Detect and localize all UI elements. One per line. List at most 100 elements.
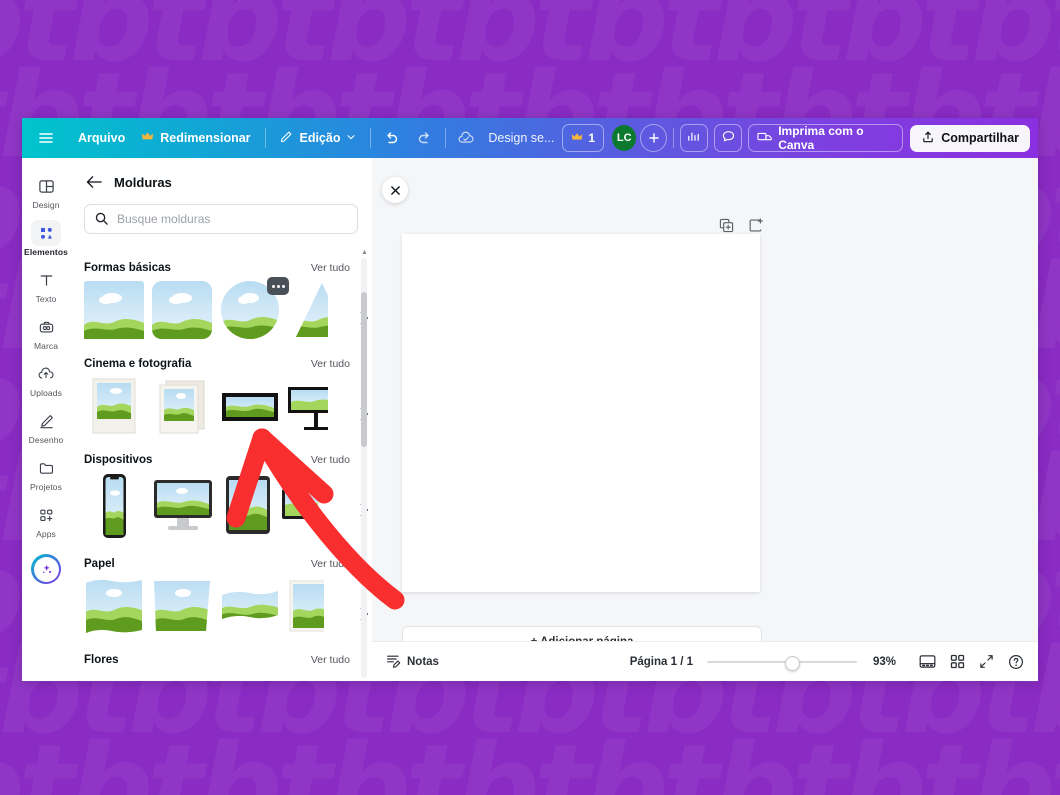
zoom-slider-handle[interactable] [785, 655, 800, 671]
share-button[interactable]: Compartilhar [910, 124, 1031, 152]
edit-menu-label: Edição [299, 131, 341, 145]
frame-thumbnail[interactable] [84, 577, 144, 640]
editor-top-bar: Arquivo Redimensionar Edição Design se..… [22, 118, 1038, 158]
frame-thumbnail-selected[interactable] [220, 277, 289, 344]
section-title: Dispositivos [84, 454, 153, 466]
frame-thumbnail[interactable] [152, 377, 212, 440]
sidebar-item-design[interactable]: Design [24, 168, 68, 214]
frames-sections-list: Formas básicas Ver tudo Cinema e fotogra… [70, 254, 372, 681]
see-all-link[interactable]: Ver tudo [311, 654, 350, 666]
search-input[interactable] [84, 204, 358, 234]
undo-icon[interactable] [377, 124, 405, 152]
section-papel: Papel Ver tudo [84, 558, 372, 640]
add-collaborator-button[interactable] [640, 124, 667, 152]
resize-button[interactable]: Redimensionar [133, 124, 258, 152]
see-all-link[interactable]: Ver tudo [311, 454, 350, 466]
section-title: Papel [84, 558, 115, 570]
hamburger-icon[interactable] [32, 124, 60, 152]
redo-icon[interactable] [411, 124, 439, 152]
chevron-down-icon [346, 131, 356, 145]
canva-editor-window: Arquivo Redimensionar Edição Design se..… [22, 118, 1038, 681]
section-header: Flores Ver tudo [84, 654, 372, 666]
zoom-slider[interactable] [707, 655, 857, 671]
frame-thumbnail[interactable] [84, 377, 144, 440]
thumbnail-row [84, 473, 372, 544]
arrow-left-icon[interactable] [84, 172, 104, 192]
edit-menu-button[interactable]: Edição [271, 124, 364, 152]
section-header: Cinema e fotografia Ver tudo [84, 358, 372, 370]
notes-button[interactable]: Notas [386, 653, 439, 671]
frame-thumbnail[interactable] [152, 281, 212, 344]
frame-thumbnail[interactable] [84, 281, 144, 344]
cloud-saved-icon[interactable] [452, 124, 480, 152]
frame-thumbnail[interactable] [152, 473, 214, 544]
panel-scrollbar[interactable]: ▲ ▼ [361, 249, 368, 681]
see-all-link[interactable]: Ver tudo [311, 262, 350, 274]
help-question-icon[interactable] [1008, 654, 1024, 670]
sidebar-item-marca[interactable]: Marca [24, 309, 68, 355]
frame-thumbnail[interactable] [282, 473, 318, 544]
section-header: Papel Ver tudo [84, 558, 372, 570]
sidebar-item-label: Uploads [30, 388, 62, 398]
sidebar-item-label: Elementos [24, 247, 68, 257]
sidebar-item-texto[interactable]: Texto [24, 262, 68, 308]
frame-thumbnail[interactable] [220, 377, 280, 440]
divider [264, 128, 266, 148]
design-layout-icon [31, 173, 61, 199]
sidebar-item-projetos[interactable]: Projetos [24, 450, 68, 496]
scroll-down-icon[interactable]: ▼ [361, 680, 368, 681]
grid-thumbnails-icon[interactable] [950, 654, 965, 669]
file-menu-button[interactable]: Arquivo [70, 124, 133, 152]
close-icon[interactable] [382, 177, 408, 203]
thumbnail-row [84, 277, 372, 344]
page-view-icon[interactable] [919, 654, 936, 669]
scroll-up-icon[interactable]: ▲ [361, 249, 368, 256]
design-canvas-area: + Adicionar página [372, 158, 1038, 681]
comments-button[interactable] [713, 124, 743, 152]
sidebar-item-label: Marca [33, 341, 59, 351]
background-watermark-row: btbtbtbtbtbtbtbtbtbtbtbtbtbtbtbt [0, 718, 1060, 795]
pro-credits-badge[interactable]: 1 [562, 124, 605, 152]
section-title: Cinema e fotografia [84, 358, 192, 370]
frame-thumbnail[interactable] [84, 473, 144, 544]
avatar[interactable]: LC [612, 125, 637, 151]
sidebar-item-label: Projetos [30, 482, 62, 492]
insights-button[interactable] [679, 124, 708, 152]
text-t-icon [31, 267, 61, 293]
frame-thumbnail[interactable] [288, 281, 328, 344]
sidebar-item-elementos[interactable]: Elementos [24, 215, 68, 261]
pro-credits-label: 1 [588, 131, 596, 145]
divider [370, 128, 372, 148]
frame-thumbnail[interactable] [222, 473, 274, 544]
thumbnail-row [84, 377, 372, 440]
frame-thumbnail[interactable] [220, 577, 280, 640]
print-with-canva-button[interactable]: Imprima com o Canva [748, 124, 903, 152]
left-sidebar-rail: Design Elementos Texto Marca Uploads Des… [22, 158, 71, 681]
resize-label: Redimensionar [160, 131, 251, 145]
sidebar-item-desenho[interactable]: Desenho [24, 403, 68, 449]
print-with-canva-label: Imprima com o Canva [778, 124, 864, 152]
frame-thumbnail[interactable] [152, 577, 212, 640]
comment-bubble-icon [721, 129, 736, 147]
frames-panel: Molduras Formas básicas Ver tudo [70, 158, 372, 681]
see-all-link[interactable]: Ver tudo [311, 358, 350, 370]
editor-bottom-bar: Notas Página 1 / 1 93% [372, 641, 1038, 681]
sidebar-item-uploads[interactable]: Uploads [24, 356, 68, 402]
frame-thumbnail[interactable] [288, 377, 328, 440]
sidebar-item-label: Apps [36, 529, 56, 539]
section-header: Formas básicas Ver tudo [84, 262, 372, 274]
sidebar-item-label: Design [32, 200, 60, 210]
search-box [84, 204, 358, 234]
frame-thumbnail[interactable] [288, 577, 324, 640]
expand-fullscreen-icon[interactable] [979, 654, 994, 669]
scrollbar-thumb[interactable] [361, 292, 367, 447]
document-title[interactable]: Design se... [480, 131, 562, 145]
section-formas-basicas: Formas básicas Ver tudo [84, 262, 372, 344]
see-all-link[interactable]: Ver tudo [311, 558, 350, 570]
page-canvas[interactable] [402, 234, 760, 592]
three-dots-icon[interactable] [267, 277, 289, 295]
sidebar-item-apps[interactable]: Apps [24, 497, 68, 543]
cloud-upload-icon [31, 361, 61, 387]
section-header: Dispositivos Ver tudo [84, 454, 372, 466]
magic-studio-button[interactable] [31, 554, 61, 584]
